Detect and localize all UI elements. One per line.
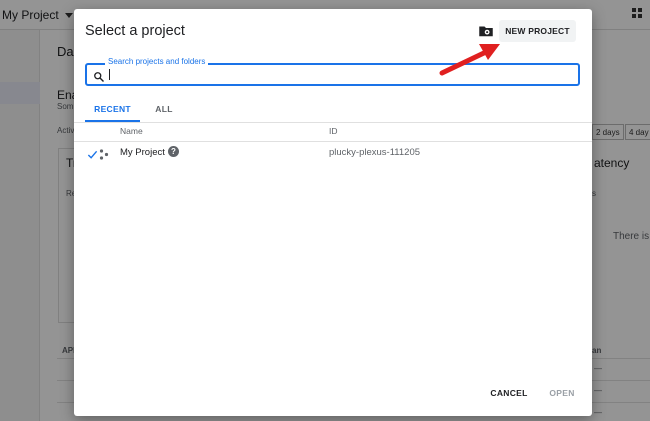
new-project-button[interactable]: NEW PROJECT [499, 20, 576, 42]
text-cursor [109, 69, 110, 80]
project-name: My Project [120, 147, 165, 158]
check-icon [87, 147, 98, 159]
open-button[interactable]: OPEN [544, 384, 580, 402]
search-icon [93, 70, 105, 82]
column-header-id: ID [329, 126, 338, 136]
column-header-name: Name [120, 126, 143, 136]
folder-settings-icon[interactable] [477, 22, 495, 40]
dialog-title: Select a project [85, 23, 185, 39]
project-id: plucky-plexus-111205 [329, 147, 421, 158]
search-field[interactable]: Search projects and folders [85, 57, 580, 86]
project-row[interactable]: My Project ? plucky-plexus-111205 [74, 142, 592, 164]
search-label: Search projects and folders [105, 57, 209, 66]
search-input[interactable] [108, 68, 568, 82]
help-icon[interactable]: ? [168, 146, 179, 157]
tabs-divider [74, 122, 592, 123]
cancel-button[interactable]: CANCEL [487, 384, 531, 402]
tab-all[interactable]: ALL [148, 101, 180, 122]
project-node-icon [99, 147, 109, 160]
tab-recent[interactable]: RECENT [85, 101, 140, 122]
select-project-dialog: Select a project NEW PROJECT Search proj… [74, 9, 592, 416]
